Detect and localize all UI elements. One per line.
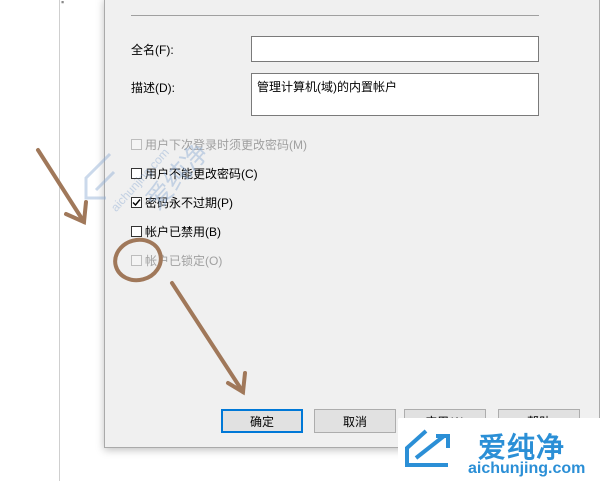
checkbox-account-disabled[interactable]: 帐户已禁用(B): [131, 223, 221, 239]
checkbox-box: [131, 254, 142, 266]
ok-button[interactable]: 确定: [221, 409, 303, 433]
fullname-input[interactable]: [251, 36, 539, 62]
checkmark-icon: [132, 198, 141, 206]
brand-logo-icon: [405, 429, 450, 467]
checkbox-box[interactable]: [131, 225, 142, 237]
brand-watermark: 爱纯净 aichunjing.com: [398, 418, 600, 481]
checkbox-account-locked: 帐户已锁定(O): [131, 252, 222, 268]
description-label: 描述(D):: [131, 81, 175, 95]
description-input[interactable]: 管理计算机(域)的内置帐户: [251, 73, 539, 116]
cancel-button[interactable]: 取消: [314, 409, 396, 433]
description-value: 管理计算机(域)的内置帐户: [257, 80, 397, 94]
checkbox-label: 帐户已禁用(B): [145, 224, 221, 239]
section-divider: [131, 15, 539, 16]
checkbox-label: 用户下次登录时须更改密码(M): [145, 137, 307, 152]
brand-url: aichunjing.com: [468, 460, 586, 477]
checkbox-label: 帐户已锁定(O): [145, 253, 223, 268]
background-window-edge: ▪: [61, 0, 65, 7]
user-properties-dialog: 全名(F): 描述(D): 管理计算机(域)的内置帐户 用户下次登录时须更改密码…: [104, 0, 600, 448]
checkbox-box: [131, 138, 142, 150]
watermark-logo-icon: [84, 152, 116, 200]
background-divider: [59, 0, 60, 481]
